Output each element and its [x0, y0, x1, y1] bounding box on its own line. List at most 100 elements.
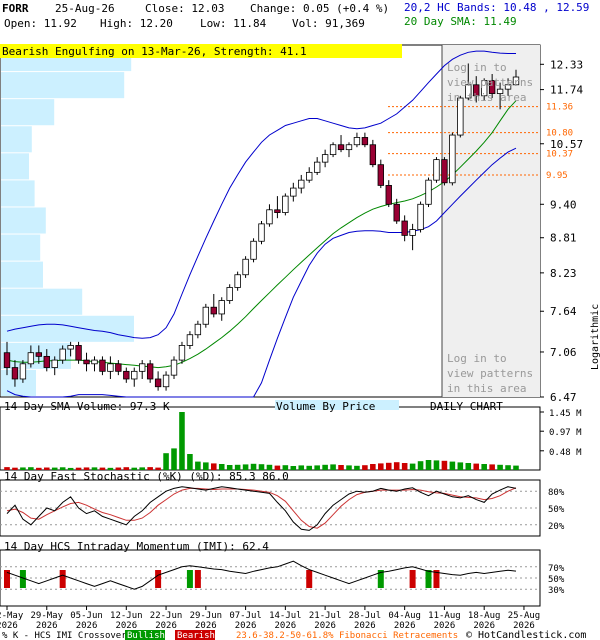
bands-label: 20,2 HC Bands: 10.48 , 12.59 — [404, 1, 589, 14]
bearish-legend: Bearish — [177, 631, 215, 640]
date-tick-label: 22-May — [0, 611, 24, 621]
bearish-marker — [59, 570, 66, 588]
candle-body — [35, 352, 42, 357]
volume-bar — [409, 463, 416, 470]
volume-bar — [433, 460, 440, 470]
candle-body — [321, 154, 329, 163]
volume-bar — [171, 448, 177, 470]
volume-bar — [362, 465, 368, 470]
candle-body — [393, 203, 400, 222]
date-tick-year: 2026 — [76, 621, 98, 631]
volume-bar — [195, 461, 201, 470]
crossover-legend-label: % K - HCS IMI Crossover: — [2, 631, 132, 640]
candle-body — [329, 144, 337, 156]
volume-bar — [338, 465, 344, 470]
date-tick-label: 29-May — [31, 611, 64, 621]
fib-level-label: 9.95 — [546, 171, 568, 181]
volume-bar — [513, 465, 519, 470]
candle-body — [425, 179, 432, 205]
candle-body — [115, 363, 122, 372]
volume-bar — [473, 463, 480, 470]
volume-bar — [322, 464, 328, 470]
volume-bar — [298, 465, 305, 470]
imi-tick-label: 30% — [548, 586, 565, 596]
candle-body — [3, 352, 11, 368]
open-label: Open: 11.92 — [4, 17, 77, 30]
log-scale-label: Logarithmic — [590, 304, 600, 370]
volume-by-price-title: Volume By Price — [276, 400, 375, 413]
candle-body — [131, 370, 138, 380]
date-tick-label: 21-Jul — [309, 611, 342, 621]
vbp-bar — [1, 369, 36, 396]
candle-body — [75, 345, 82, 361]
candle-body — [401, 220, 408, 236]
candle-body — [258, 223, 265, 242]
date-tick-label: 12-Jun — [110, 611, 143, 621]
date-tick-year: 2026 — [354, 621, 376, 631]
candle-body — [417, 203, 424, 230]
bearish-marker — [194, 570, 201, 588]
candle-body — [67, 345, 74, 350]
candle-body — [282, 195, 289, 213]
volume-panel — [0, 406, 541, 471]
stochastic-tick-label: 20% — [548, 522, 565, 532]
symbol-label: FORR — [2, 2, 29, 15]
low-label: Low: 11.84 — [200, 17, 267, 30]
sma-label: 20 Day SMA: 11.49 — [404, 15, 517, 28]
price-tick-label: 9.40 — [550, 198, 577, 211]
stock-chart: FORR 25-Aug-26 Close: 12.03 Change: 0.05… — [0, 0, 600, 640]
chart-kind-label: DAILY CHART — [430, 400, 503, 413]
candle-body — [51, 359, 58, 368]
candle-body — [377, 164, 384, 186]
candle-body — [274, 209, 281, 213]
vbp-bar — [1, 72, 125, 99]
candle-body — [345, 144, 353, 151]
candle-body — [186, 334, 194, 346]
fib-level-label: 11.36 — [546, 103, 573, 113]
bullish-marker — [425, 570, 432, 588]
candle-body — [298, 179, 305, 189]
candle-body — [250, 240, 257, 260]
candle-body — [449, 134, 456, 184]
watermark-bottom-line-2: view patterns — [447, 367, 533, 380]
candle-body — [290, 187, 297, 197]
price-tick-label: 8.23 — [550, 267, 577, 280]
date-tick-year: 2026 — [195, 621, 217, 631]
vbp-bar — [1, 234, 41, 261]
volume-bar — [163, 453, 169, 470]
candle-body — [154, 378, 162, 388]
candle-body — [441, 159, 448, 184]
date-tick-year: 2026 — [394, 621, 416, 631]
vbp-bar — [1, 153, 29, 180]
volume-bar — [425, 460, 432, 470]
candle-body — [234, 274, 241, 288]
candle-body — [433, 159, 440, 181]
volume-tick-label: 0.97 M — [549, 428, 582, 438]
vbp-bar — [1, 126, 32, 153]
price-tick-label: 6.47 — [550, 391, 577, 404]
stochastic-tick-label: 50% — [548, 505, 565, 515]
date-tick-year: 2026 — [434, 621, 456, 631]
price-tick-label: 10.57 — [550, 138, 583, 151]
date-label: 25-Aug-26 — [55, 2, 115, 15]
fib-legend: 23.6-38.2-50-61.8% Fibonacci Retracement… — [236, 631, 458, 640]
volume-bar — [449, 461, 456, 470]
volume-bar — [401, 463, 408, 470]
credit-label: © HotCandlestick.com — [466, 630, 586, 640]
date-tick-label: 07-Jul — [229, 611, 262, 621]
candle-body — [99, 359, 106, 372]
volume-bar — [306, 465, 313, 470]
imi-axis: 70%50%30% — [548, 564, 565, 596]
date-tick-label: 14-Jul — [269, 611, 302, 621]
vbp-bar — [1, 207, 46, 234]
pattern-banner: Bearish Engulfing on 13-Mar-26, Strength… — [2, 45, 307, 58]
volume-bar — [210, 463, 217, 470]
volume-tick-label: 1.45 M — [549, 409, 582, 419]
watermark-top-line-2: view patterns — [447, 76, 533, 89]
date-tick-label: 11-Aug — [428, 611, 461, 621]
date-tick-label: 29-Jun — [190, 611, 223, 621]
stochastic-title: 14 Day Fast Stochastic (%K) (%D): 85.3 8… — [4, 470, 289, 483]
price-tick-label: 11.74 — [550, 84, 583, 97]
date-tick-label: 05-Jun — [70, 611, 103, 621]
candle-body — [194, 323, 202, 336]
